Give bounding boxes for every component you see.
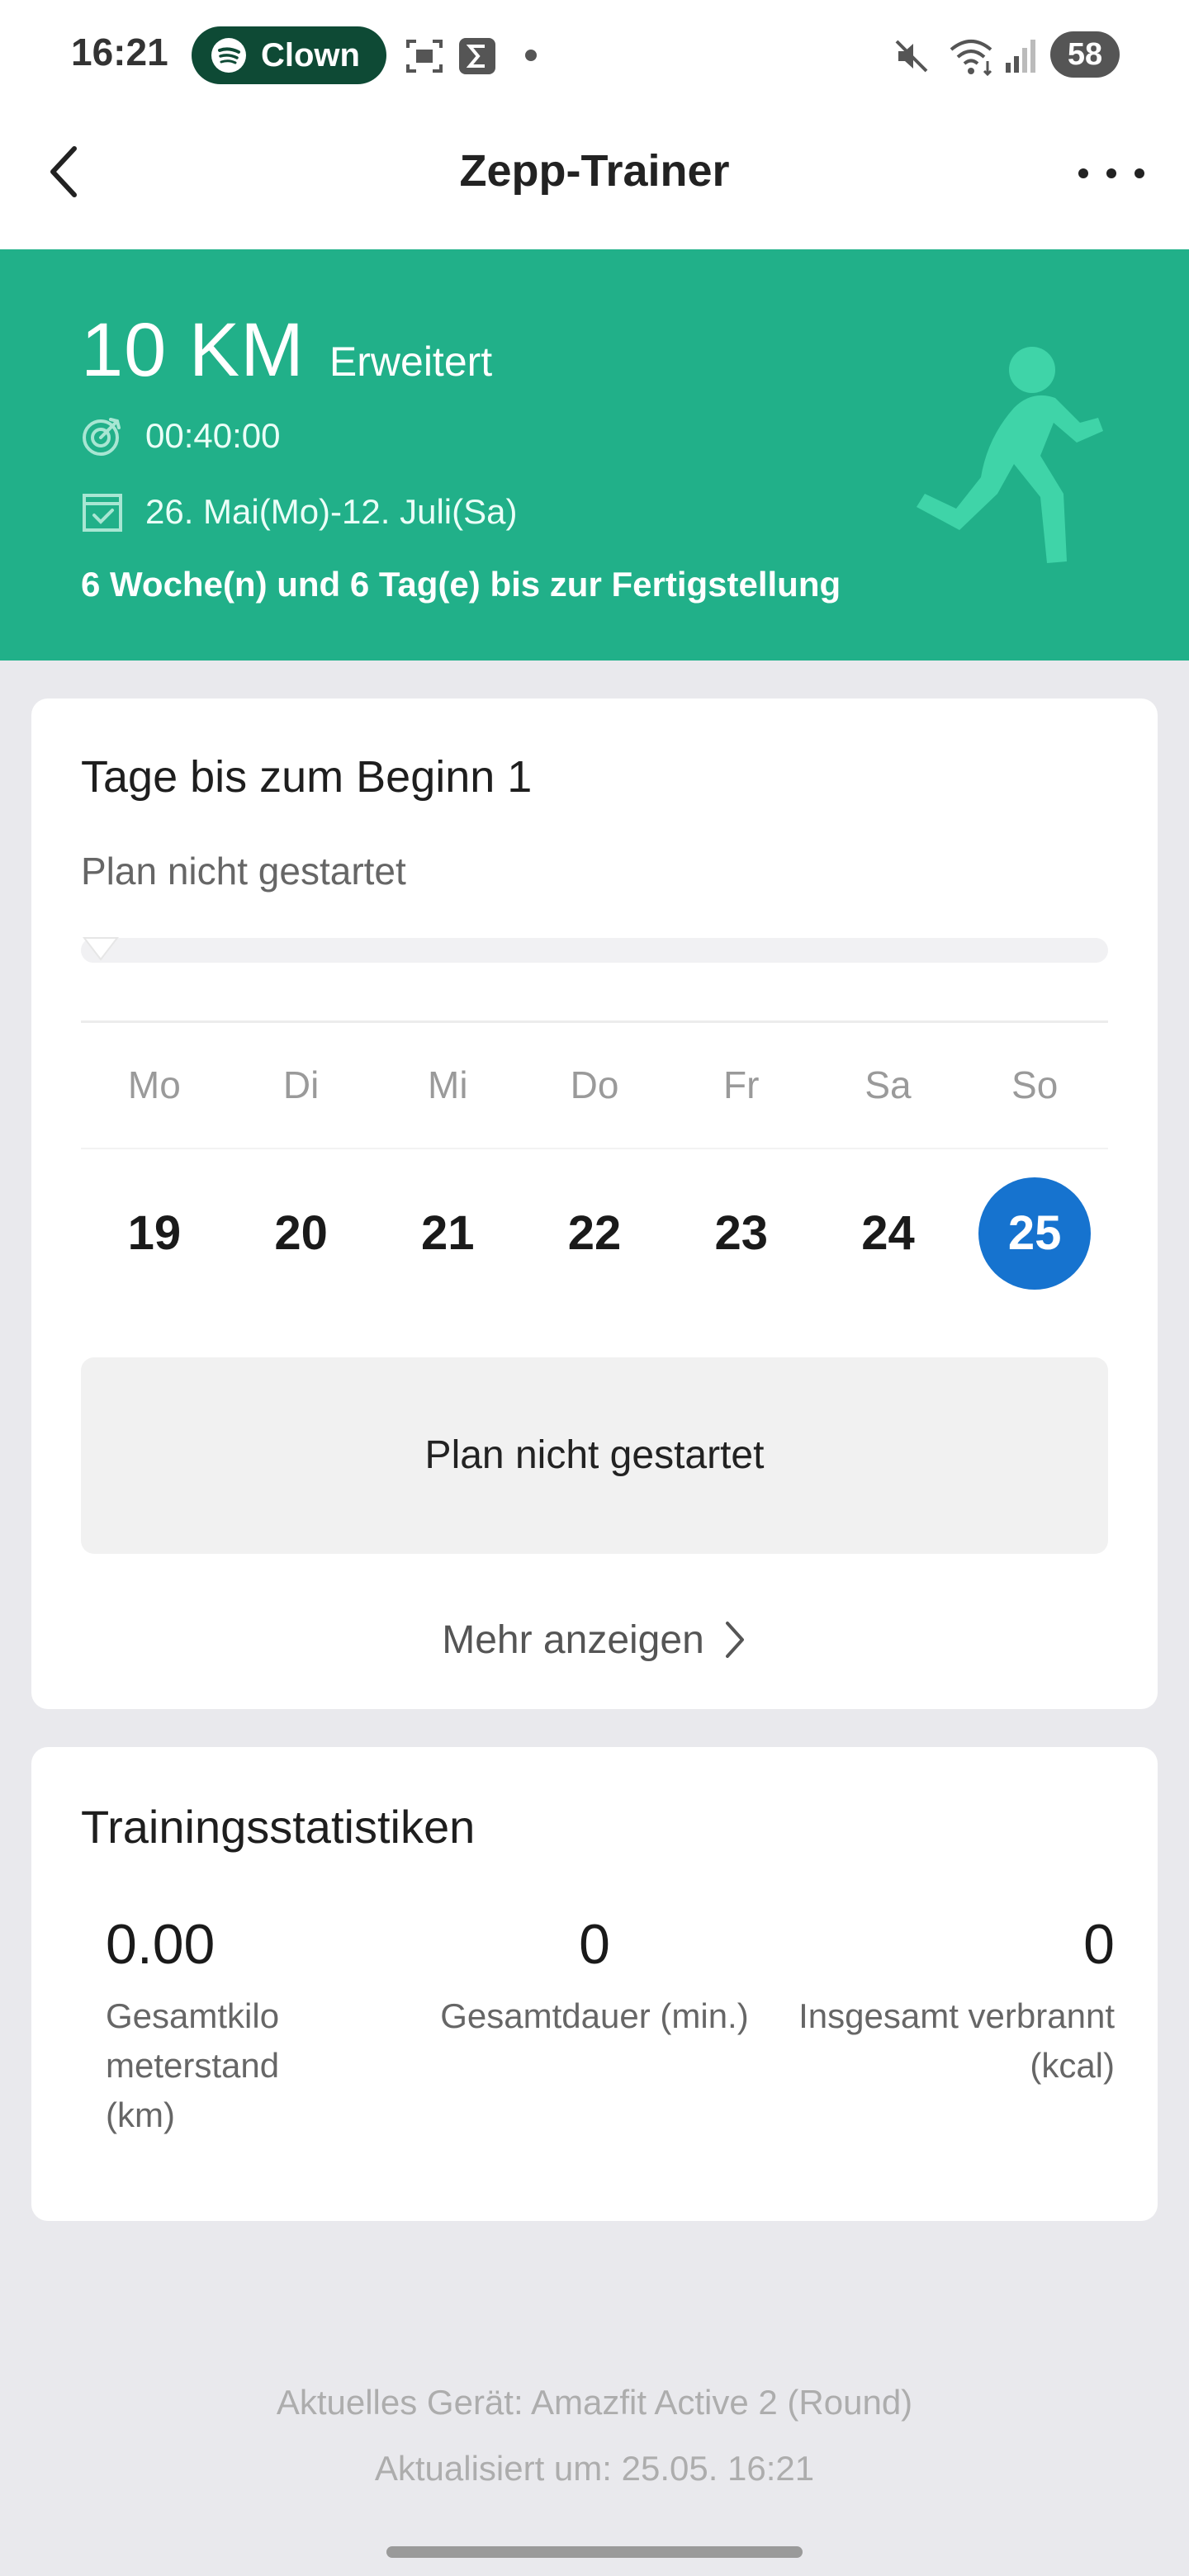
- plan-level: Erweitert: [329, 339, 493, 385]
- stat-calories-value: 0: [1083, 1913, 1115, 1976]
- plan-status-box: Plan nicht gestartet: [81, 1357, 1108, 1554]
- current-device-text: Aktuelles Gerät: Amazfit Active 2 (Round…: [276, 2383, 913, 2422]
- calendar-day[interactable]: 23: [668, 1176, 815, 1291]
- plan-title: 10 KM: [81, 308, 305, 392]
- target-time-row: 00:40:00: [81, 414, 281, 457]
- mute-icon: [895, 40, 928, 73]
- target-icon: [83, 418, 121, 456]
- battery-indicator: 58: [1050, 31, 1120, 78]
- calendar-day-number: 25: [978, 1177, 1092, 1290]
- weekday-label: Di: [282, 1063, 320, 1106]
- runner-illustration-icon: [917, 347, 1103, 563]
- more-dots-icon: [1106, 168, 1116, 178]
- calendar-day[interactable]: 21: [374, 1176, 521, 1291]
- progress-marker-icon: [83, 937, 119, 961]
- notification-dot: [525, 50, 537, 61]
- calendar-day-number: 24: [861, 1206, 915, 1260]
- stat-distance-label: Gesamtkilo meterstand (km): [106, 1996, 280, 2134]
- weekday-label: Mi: [428, 1063, 468, 1106]
- sigma-icon: [459, 38, 495, 74]
- stat-distance-value: 0.00: [106, 1913, 216, 1976]
- last-updated-text: Aktualisiert um: 25.05. 16:21: [374, 2449, 815, 2488]
- stat-duration-value: 0: [579, 1913, 610, 1976]
- completion-summary: 6 Woche(n) und 6 Tag(e) bis zur Fertigst…: [81, 565, 841, 604]
- zepp-trainer-screen: 16:21 Clown 58 Zepp-Trainer 10 KM Erweit…: [0, 0, 1189, 2576]
- more-options-button[interactable]: [1078, 157, 1144, 190]
- media-app-name: Clown: [261, 36, 360, 73]
- wifi-icon: [950, 40, 992, 77]
- weekday-label: Do: [570, 1063, 619, 1106]
- chevron-right-icon: [725, 1622, 744, 1658]
- show-more-link[interactable]: Mehr anzeigen: [31, 1607, 1158, 1673]
- calendar-day[interactable]: 19: [81, 1176, 228, 1291]
- calendar-day-number: 21: [421, 1206, 475, 1260]
- plan-start-card: Tage bis zum Beginn 1 Plan nicht gestart…: [31, 698, 1158, 1709]
- calendar-day-selected[interactable]: 25: [961, 1176, 1108, 1291]
- training-stats-card: Trainingsstatistiken 0.00 Gesamtkilo met…: [31, 1747, 1158, 2221]
- weekday-label: Mo: [127, 1063, 181, 1106]
- stat-calories: 0 Insgesamt verbrannt (kcal): [778, 1912, 1115, 2091]
- calendar-day-number: 23: [714, 1206, 768, 1260]
- weekday-label: So: [1011, 1063, 1059, 1106]
- plan-status-subtitle: Plan nicht gestartet: [81, 850, 406, 893]
- divider: [81, 1020, 1108, 1023]
- stat-calories-label: Insgesamt verbrannt (kcal): [798, 1996, 1115, 2085]
- stat-distance: 0.00 Gesamtkilo meterstand (km): [106, 1912, 345, 2140]
- target-time: 00:40:00: [145, 416, 281, 455]
- more-dots-icon: [1078, 168, 1088, 178]
- date-range: 26. Mai(Mo)-12. Juli(Sa): [145, 492, 518, 531]
- weekday-header: Mo Di Mi Do Fr Sa So: [81, 1045, 1108, 1125]
- signal-icon: [1006, 40, 1035, 73]
- calendar-day-number: 20: [274, 1206, 328, 1260]
- spotify-icon: [211, 38, 246, 73]
- calendar-day[interactable]: 22: [521, 1176, 668, 1291]
- more-dots-icon: [1135, 168, 1144, 178]
- plan-progress-bar: [81, 938, 1108, 963]
- calendar-day[interactable]: 24: [815, 1176, 962, 1291]
- show-more-label: Mehr anzeigen: [442, 1617, 704, 1662]
- date-range-row: 26. Mai(Mo)-12. Juli(Sa): [81, 490, 517, 533]
- weekday-label: Sa: [865, 1063, 912, 1106]
- stats-title: Trainingsstatistiken: [81, 1801, 476, 1853]
- media-pill[interactable]: Clown: [192, 26, 386, 84]
- calendar-day[interactable]: 20: [228, 1176, 375, 1291]
- home-indicator[interactable]: [386, 2546, 803, 2558]
- calendar-day-number: 22: [567, 1206, 622, 1260]
- days-until-start: Tage bis zum Beginn 1: [81, 752, 533, 802]
- status-bar: 16:21 Clown 58: [0, 0, 1189, 112]
- stat-duration: 0 Gesamtdauer (min.): [429, 1912, 760, 2041]
- app-header: Zepp-Trainer: [0, 112, 1189, 249]
- calendar-check-icon: [83, 494, 122, 532]
- stat-duration-label: Gesamtdauer (min.): [440, 1996, 749, 2035]
- screenshot-icon: [406, 40, 443, 73]
- plan-banner: 10 KM Erweitert 00:40:00 26. Mai(Mo)-12.…: [0, 249, 1189, 661]
- weekday-label: Fr: [723, 1063, 760, 1106]
- plan-title-row: 10 KM Erweitert: [81, 307, 492, 394]
- page-title: Zepp-Trainer: [459, 146, 730, 196]
- divider: [81, 1148, 1108, 1149]
- status-time: 16:21: [71, 31, 168, 73]
- week-dates: 19 20 21 22 23 24 25: [81, 1176, 1108, 1291]
- calendar-day-number: 19: [127, 1206, 182, 1260]
